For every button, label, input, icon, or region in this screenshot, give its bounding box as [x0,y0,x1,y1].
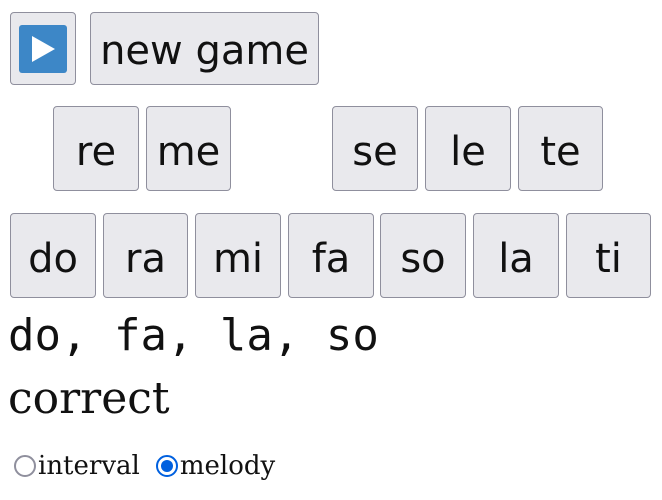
solfege-button-re[interactable]: re [53,106,139,191]
solfege-button-ra[interactable]: ra [103,213,188,298]
melody-radio[interactable] [155,455,178,477]
mode-selector: interval melody [14,446,291,486]
solfege-button-fa[interactable]: fa [288,213,374,298]
solfege-button-do[interactable]: do [10,213,96,298]
solfege-button-ti[interactable]: ti [566,213,651,298]
solfege-button-la[interactable]: la [473,213,559,298]
solfege-button-me[interactable]: me [146,106,231,191]
solfege-button-so[interactable]: so [380,213,466,298]
mode-option-interval[interactable]: interval [14,451,140,481]
play-icon [19,24,67,73]
new-game-button[interactable]: new game [90,12,319,85]
solfege-button-le[interactable]: le [425,106,511,191]
interval-label: interval [38,451,140,481]
solfege-button-te[interactable]: te [518,106,603,191]
solfege-button-se[interactable]: se [332,106,418,191]
melody-label: melody [179,451,276,481]
result-status: correct [8,373,170,424]
play-button[interactable] [10,12,76,85]
answer-sequence: do, fa, la, so [8,310,379,361]
interval-radio[interactable] [14,455,36,477]
mode-option-melody[interactable]: melody [155,451,276,481]
solfege-button-mi[interactable]: mi [195,213,281,298]
